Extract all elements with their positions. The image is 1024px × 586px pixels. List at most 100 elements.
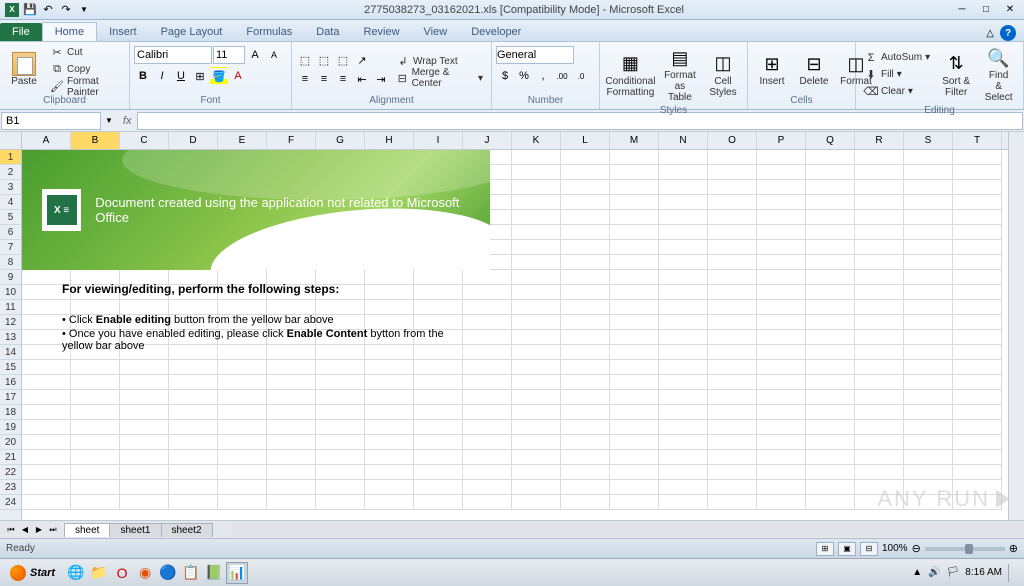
underline-button[interactable]: U: [172, 67, 190, 85]
col-header-S[interactable]: S: [904, 132, 953, 149]
col-header-K[interactable]: K: [512, 132, 561, 149]
tab-home[interactable]: Home: [42, 22, 97, 41]
currency-icon[interactable]: $: [496, 67, 514, 85]
increase-decimal-icon[interactable]: .00: [553, 67, 571, 85]
sheet-tab-3[interactable]: sheet2: [161, 523, 213, 537]
align-left-icon[interactable]: ≡: [296, 70, 314, 88]
font-name-select[interactable]: [134, 46, 212, 64]
row-header-6[interactable]: 6: [0, 225, 21, 240]
tab-formulas[interactable]: Formulas: [234, 23, 304, 41]
col-header-J[interactable]: J: [463, 132, 512, 149]
find-select-button[interactable]: 🔍Find & Select: [978, 44, 1019, 105]
minimize-button[interactable]: ─: [952, 3, 972, 17]
fill-color-button[interactable]: 🪣: [210, 67, 228, 85]
format-as-table-button[interactable]: ▤Format as Table: [659, 44, 701, 105]
col-header-R[interactable]: R: [855, 132, 904, 149]
view-break-icon[interactable]: ⊟: [860, 542, 878, 556]
excel-app-icon[interactable]: X: [4, 2, 20, 18]
fill-button[interactable]: ⬇Fill ▾: [860, 67, 934, 83]
decrease-decimal-icon[interactable]: .0: [572, 67, 590, 85]
shrink-font-icon[interactable]: A: [265, 46, 283, 64]
sheet-tab-2[interactable]: sheet1: [109, 523, 161, 537]
delete-cells-button[interactable]: ⊟Delete: [794, 44, 834, 95]
col-header-N[interactable]: N: [659, 132, 708, 149]
row-header-19[interactable]: 19: [0, 420, 21, 435]
sheet-last-icon[interactable]: ⏭: [46, 523, 60, 537]
select-all-button[interactable]: [0, 132, 21, 150]
sort-filter-button[interactable]: ⇅Sort & Filter: [936, 44, 976, 105]
bold-button[interactable]: B: [134, 67, 152, 85]
col-header-M[interactable]: M: [610, 132, 659, 149]
minimize-ribbon-icon[interactable]: △: [986, 28, 994, 39]
redo-icon[interactable]: ↷: [58, 2, 74, 18]
tray-volume-icon[interactable]: 🔊: [928, 567, 940, 578]
cells-area[interactable]: X ≡ Document created using the applicati…: [22, 150, 1008, 520]
zoom-out-icon[interactable]: ⊖: [912, 542, 921, 555]
task-ie-icon[interactable]: 🌐: [65, 562, 87, 584]
save-icon[interactable]: 💾: [22, 2, 38, 18]
col-header-P[interactable]: P: [757, 132, 806, 149]
tab-developer[interactable]: Developer: [459, 23, 533, 41]
task-app1-icon[interactable]: ◉: [134, 562, 156, 584]
row-header-24[interactable]: 24: [0, 495, 21, 510]
align-right-icon[interactable]: ≡: [334, 70, 352, 88]
tab-file[interactable]: File: [0, 23, 42, 41]
row-header-23[interactable]: 23: [0, 480, 21, 495]
indent-decrease-icon[interactable]: ⇤: [353, 70, 371, 88]
font-size-select[interactable]: [213, 46, 245, 64]
row-header-13[interactable]: 13: [0, 330, 21, 345]
task-explorer-icon[interactable]: 📁: [88, 562, 110, 584]
task-chrome-icon[interactable]: 🔵: [157, 562, 179, 584]
autosum-button[interactable]: ΣAutoSum ▾: [860, 50, 934, 66]
row-header-21[interactable]: 21: [0, 450, 21, 465]
comma-icon[interactable]: ,: [534, 67, 552, 85]
task-opera-icon[interactable]: O: [111, 562, 133, 584]
col-header-F[interactable]: F: [267, 132, 316, 149]
row-header-11[interactable]: 11: [0, 300, 21, 315]
tab-insert[interactable]: Insert: [97, 23, 149, 41]
help-icon[interactable]: ?: [1000, 25, 1016, 41]
task-excel-icon[interactable]: 📊: [226, 562, 248, 584]
col-header-D[interactable]: D: [169, 132, 218, 149]
insert-cells-button[interactable]: ⊞Insert: [752, 44, 792, 95]
row-header-16[interactable]: 16: [0, 375, 21, 390]
col-header-C[interactable]: C: [120, 132, 169, 149]
row-header-18[interactable]: 18: [0, 405, 21, 420]
row-header-7[interactable]: 7: [0, 240, 21, 255]
conditional-formatting-button[interactable]: ▦Conditional Formatting: [604, 44, 657, 105]
col-header-O[interactable]: O: [708, 132, 757, 149]
paste-button[interactable]: Paste: [4, 44, 44, 95]
start-button[interactable]: Start: [0, 563, 65, 583]
col-header-I[interactable]: I: [414, 132, 463, 149]
task-app3-icon[interactable]: 📗: [203, 562, 225, 584]
sheet-next-icon[interactable]: ▶: [32, 523, 46, 537]
cell-styles-button[interactable]: ◫Cell Styles: [703, 44, 743, 105]
col-header-B[interactable]: B: [71, 132, 120, 149]
format-painter-button[interactable]: 🖌Format Painter: [46, 79, 125, 95]
horizontal-scrollbar[interactable]: [232, 523, 1024, 537]
row-header-20[interactable]: 20: [0, 435, 21, 450]
tab-page-layout[interactable]: Page Layout: [149, 23, 235, 41]
undo-icon[interactable]: ↶: [40, 2, 56, 18]
zoom-level[interactable]: 100%: [882, 543, 908, 554]
percent-icon[interactable]: %: [515, 67, 533, 85]
col-header-L[interactable]: L: [561, 132, 610, 149]
col-header-Q[interactable]: Q: [806, 132, 855, 149]
name-box-dropdown-icon[interactable]: ▼: [101, 116, 117, 125]
tab-review[interactable]: Review: [351, 23, 411, 41]
border-button[interactable]: ⊞: [191, 67, 209, 85]
align-top-icon[interactable]: ⬚: [296, 51, 314, 69]
view-normal-icon[interactable]: ⊞: [816, 542, 834, 556]
align-middle-icon[interactable]: ⬚: [315, 51, 333, 69]
tray-clock[interactable]: 8:16 AM: [965, 567, 1002, 578]
col-header-T[interactable]: T: [953, 132, 1002, 149]
sheet-prev-icon[interactable]: ◀: [18, 523, 32, 537]
indent-increase-icon[interactable]: ⇥: [372, 70, 390, 88]
italic-button[interactable]: I: [153, 67, 171, 85]
task-app2-icon[interactable]: 📋: [180, 562, 202, 584]
clear-button[interactable]: ⌫Clear ▾: [860, 84, 934, 100]
sheet-first-icon[interactable]: ⏮: [4, 523, 18, 537]
col-header-A[interactable]: A: [22, 132, 71, 149]
row-header-3[interactable]: 3: [0, 180, 21, 195]
vertical-scrollbar[interactable]: [1008, 132, 1024, 520]
